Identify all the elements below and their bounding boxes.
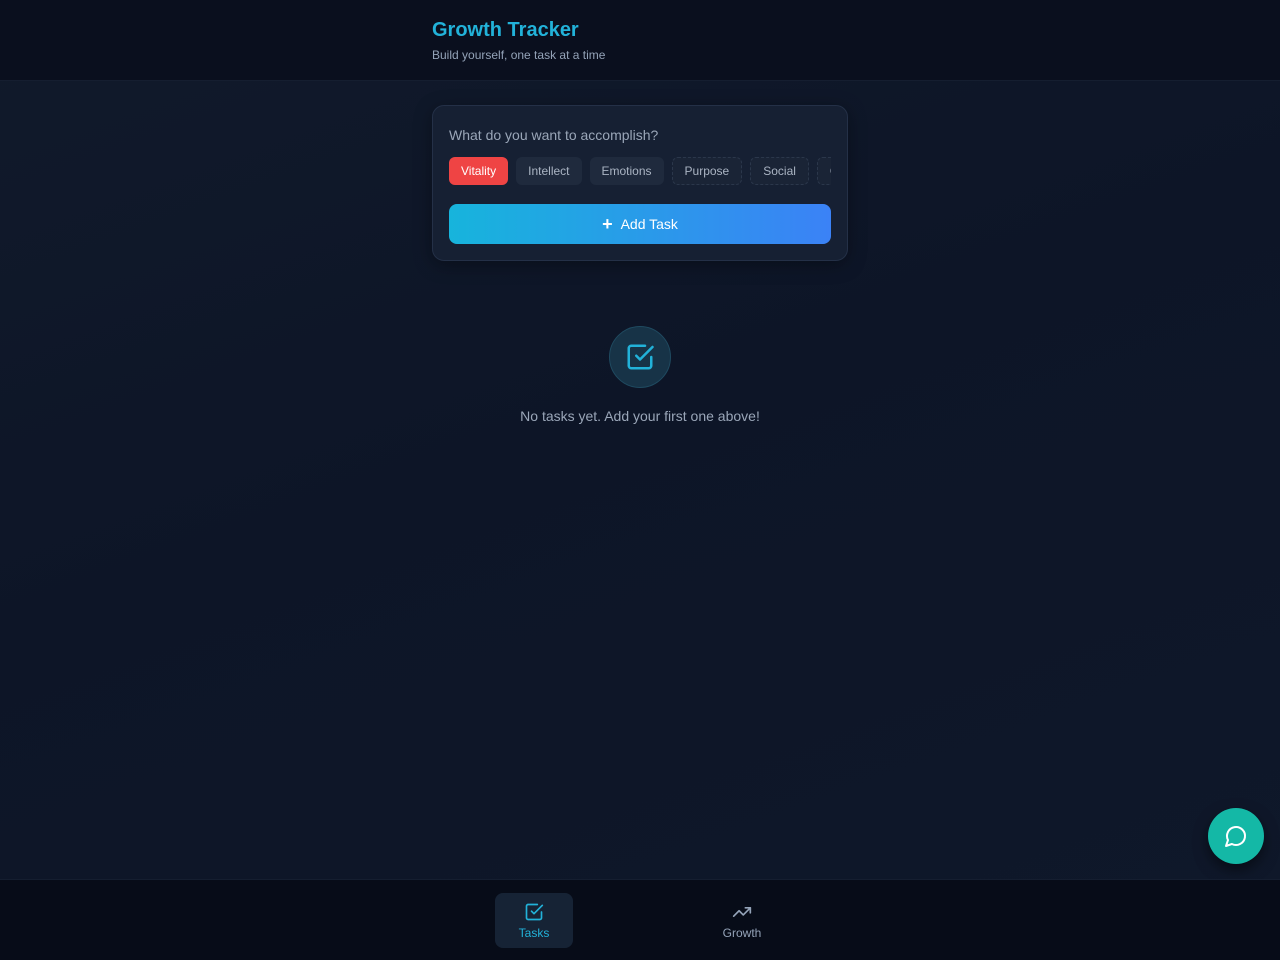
empty-state-icon-circle	[609, 326, 671, 388]
checkbox-icon	[525, 903, 544, 920]
empty-state: No tasks yet. Add your first one above!	[0, 326, 1280, 424]
category-chip-purpose[interactable]: Purpose	[671, 157, 743, 185]
category-chips: VitalityIntellectEmotionsPurposeSocialG	[449, 157, 831, 185]
category-chip-social[interactable]: Social	[750, 157, 809, 185]
header-titles: Growth Tracker Build yourself, one task …	[432, 18, 605, 62]
plus-icon: +	[602, 214, 613, 234]
category-chip-emotions[interactable]: Emotions	[589, 157, 664, 185]
nav-tab-growth[interactable]: Growth	[703, 893, 781, 948]
add-task-label: Add Task	[620, 216, 678, 232]
task-input[interactable]	[449, 126, 833, 144]
nav-tab-growth-label: Growth	[722, 925, 762, 940]
category-chip-intellect[interactable]: Intellect	[516, 157, 582, 185]
trending-up-icon	[732, 906, 752, 917]
empty-state-message: No tasks yet. Add your first one above!	[520, 408, 760, 424]
bottom-nav: Tasks Growth	[0, 879, 1280, 960]
app-title: Growth Tracker	[432, 19, 579, 41]
chat-bubble-icon	[1225, 826, 1246, 847]
app-header: Growth Tracker Build yourself, one task …	[0, 0, 1280, 81]
checkbox-icon	[627, 344, 654, 370]
nav-tab-tasks[interactable]: Tasks	[495, 893, 573, 948]
add-task-card: VitalityIntellectEmotionsPurposeSocialG …	[432, 105, 848, 261]
add-task-button[interactable]: + Add Task	[449, 204, 831, 244]
category-chip-partial[interactable]: G	[816, 157, 831, 185]
category-chip-vitality[interactable]: Vitality	[449, 157, 509, 185]
chat-button[interactable]	[1208, 808, 1264, 864]
nav-tab-tasks-label: Tasks	[518, 925, 550, 940]
app-subtitle: Build yourself, one task at a time	[432, 48, 606, 62]
